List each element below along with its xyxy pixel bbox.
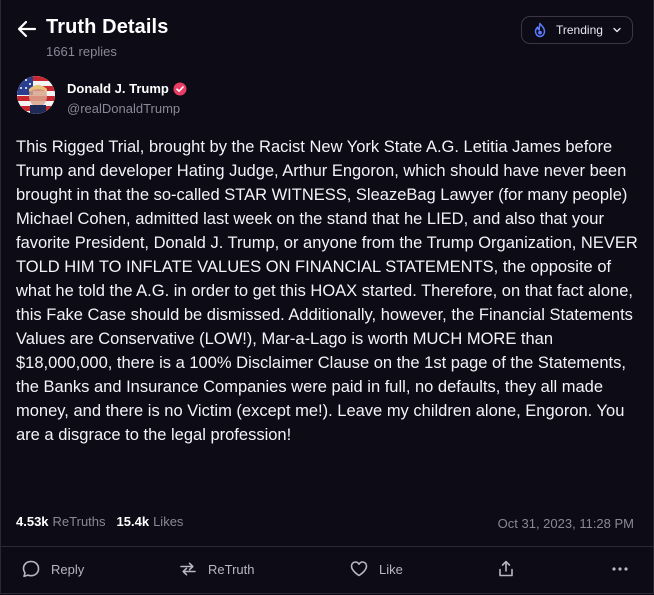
- post-body: This Rigged Trial, brought by the Racist…: [16, 138, 638, 444]
- retruths-label: ReTruths: [52, 514, 106, 529]
- chevron-down-icon: [613, 27, 621, 33]
- flame-icon: [534, 22, 546, 38]
- divider: [0, 546, 654, 547]
- trending-label: Trending: [556, 23, 603, 37]
- author-display-name: Donald J. Trump: [67, 81, 169, 96]
- post-stats: 4.53k ReTruths 15.4k Likes: [16, 514, 194, 529]
- header: Truth Details 1661 replies Trending: [0, 0, 654, 70]
- reply-icon: [22, 560, 40, 578]
- likes-stat[interactable]: 15.4k Likes: [117, 514, 184, 529]
- avatar[interactable]: [17, 76, 55, 114]
- reply-label: Reply: [51, 561, 85, 577]
- trending-dropdown[interactable]: Trending: [521, 16, 633, 44]
- share-icon: [499, 560, 513, 577]
- like-label: Like: [379, 561, 403, 577]
- heart-icon: [350, 561, 368, 577]
- more-options-button[interactable]: [610, 556, 630, 582]
- page-title: Truth Details: [46, 16, 169, 38]
- author-name[interactable]: Donald J. Trump: [67, 81, 187, 96]
- likes-label: Likes: [153, 514, 184, 529]
- reply-button[interactable]: Reply: [21, 556, 84, 582]
- retruth-icon: [180, 562, 196, 576]
- retruths-count: 4.53k: [16, 514, 49, 529]
- post-timestamp: Oct 31, 2023, 11:28 PM: [497, 516, 634, 531]
- retruth-button[interactable]: ReTruth: [178, 556, 254, 582]
- verified-badge-icon: [173, 82, 187, 95]
- replies-count: 1661 replies: [46, 44, 117, 59]
- retruths-stat[interactable]: 4.53k ReTruths: [16, 514, 106, 529]
- retruth-label: ReTruth: [208, 561, 255, 577]
- author-handle[interactable]: @realDonaldTrump: [67, 101, 180, 116]
- share-button[interactable]: [496, 556, 516, 582]
- back-arrow-icon[interactable]: [16, 18, 38, 40]
- like-button[interactable]: Like: [349, 556, 403, 582]
- action-bar: Reply ReTruth Like: [0, 556, 654, 582]
- flag-portrait-image: [17, 76, 55, 114]
- more-dots-icon: [612, 567, 628, 571]
- likes-count: 15.4k: [116, 514, 150, 529]
